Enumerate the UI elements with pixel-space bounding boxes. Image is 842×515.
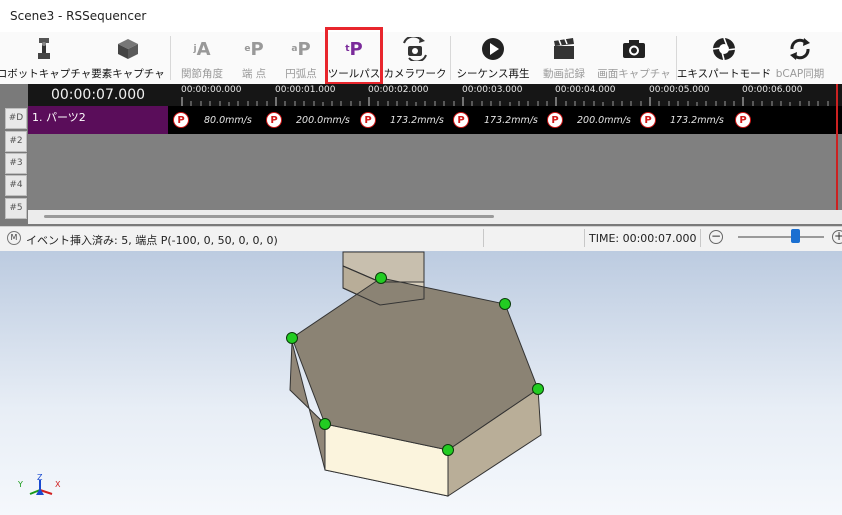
sequence-play-button[interactable]: シーケンス再生 [456,32,530,84]
segment-speed-label: 200.0mm/s [296,115,350,126]
status-time: TIME: 00:00:07.000 [589,232,697,245]
arc-point-icon: aP [291,38,311,60]
track-name[interactable]: 1. パーツ2 [28,106,168,134]
ruler-label: 00:00:00.000 [181,85,242,95]
toolbar-separator [170,36,171,80]
path-point [319,418,331,430]
status-divider [584,229,585,247]
sync-icon [788,35,812,63]
expert-mode-button[interactable]: エキスパートモード [677,32,771,84]
ruler-label: 00:00:06.000 [742,85,803,95]
play-icon [481,35,505,63]
ruler-label: 00:00:02.000 [368,85,429,95]
status-divider [483,229,484,247]
axis-triad-icon [29,480,53,495]
y-axis-label: Y [18,480,23,489]
element-capture-button[interactable]: 要素キャプチャ [91,32,165,84]
ruler-label: 00:00:04.000 [555,85,616,95]
segment-speed-label: 80.0mm/s [204,115,252,126]
bcap-sync-button[interactable]: bCAP同期 [770,32,830,84]
camera-icon [621,35,647,63]
3d-viewport[interactable]: Z Y X [0,251,842,515]
path-point-marker[interactable]: P [173,112,189,128]
tool-path-highlight-box [325,27,383,85]
camera-work-button[interactable]: カメラワーク [384,32,447,84]
ruler-label: 00:00:05.000 [649,85,710,95]
toolbar: ロボットキャプチャ 要素キャプチャ jA 関節角度 eP 端 点 aP 円弧点 … [0,32,842,85]
current-time-display: 00:00:07.000 [28,84,168,106]
playhead-line[interactable] [836,84,838,210]
clapper-icon [552,35,576,63]
row-header-5[interactable]: #5 [5,198,27,219]
window-title: Scene3 - RSSequencer [10,9,147,23]
screen-capture-button[interactable]: 画面キャプチャ [597,32,671,84]
path-point [499,298,511,310]
x-axis-label: X [55,480,61,489]
ruler-label: 00:00:01.000 [275,85,336,95]
path-point [442,444,454,456]
end-point-button[interactable]: eP 端 点 [232,32,276,84]
zoom-in-button[interactable]: + [832,230,842,244]
row-header-4[interactable]: #4 [5,175,27,196]
zoom-out-button[interactable]: − [709,230,723,244]
zoom-slider-track[interactable] [738,236,824,238]
video-record-button[interactable]: 動画記録 [536,32,592,84]
segment-speed-label: 173.2mm/s [670,115,724,126]
segment-speed-label: 200.0mm/s [577,115,631,126]
ruler-label: 00:00:03.000 [462,85,523,95]
path-point-marker[interactable]: P [735,112,751,128]
path-point-marker[interactable]: P [640,112,656,128]
mode-icon: M [7,231,21,245]
path-point-marker[interactable]: P [360,112,376,128]
joint-angle-icon: jA [193,38,211,60]
zoom-slider-thumb[interactable] [791,229,800,243]
joint-angle-button[interactable]: jA 関節角度 [176,32,228,84]
cube-icon [116,35,140,63]
path-point [286,332,298,344]
segment-speed-label: 173.2mm/s [484,115,538,126]
end-point-icon: eP [244,38,264,60]
robot-capture-button[interactable]: ロボットキャプチャ [0,32,91,84]
path-point-marker[interactable]: P [547,112,563,128]
status-message: イベント挿入済み: 5, 端点 P(-100, 0, 50, 0, 0, 0) [26,234,278,247]
robot-capture-icon [32,35,56,63]
z-axis-label: Z [37,473,43,482]
camera-work-icon [401,35,429,63]
toolbar-separator [450,36,451,80]
row-header-3[interactable]: #3 [5,153,27,174]
segment-speed-label: 173.2mm/s [390,115,444,126]
path-point [375,272,387,284]
path-point-marker[interactable]: P [453,112,469,128]
arc-point-button[interactable]: aP 円弧点 [278,32,324,84]
path-point [532,383,544,395]
aperture-icon [712,35,736,63]
status-divider [700,229,701,247]
row-header-d[interactable]: #D [5,108,27,129]
scrollbar-thumb[interactable] [44,215,494,218]
row-header-2[interactable]: #2 [5,131,27,152]
path-point-marker[interactable]: P [266,112,282,128]
